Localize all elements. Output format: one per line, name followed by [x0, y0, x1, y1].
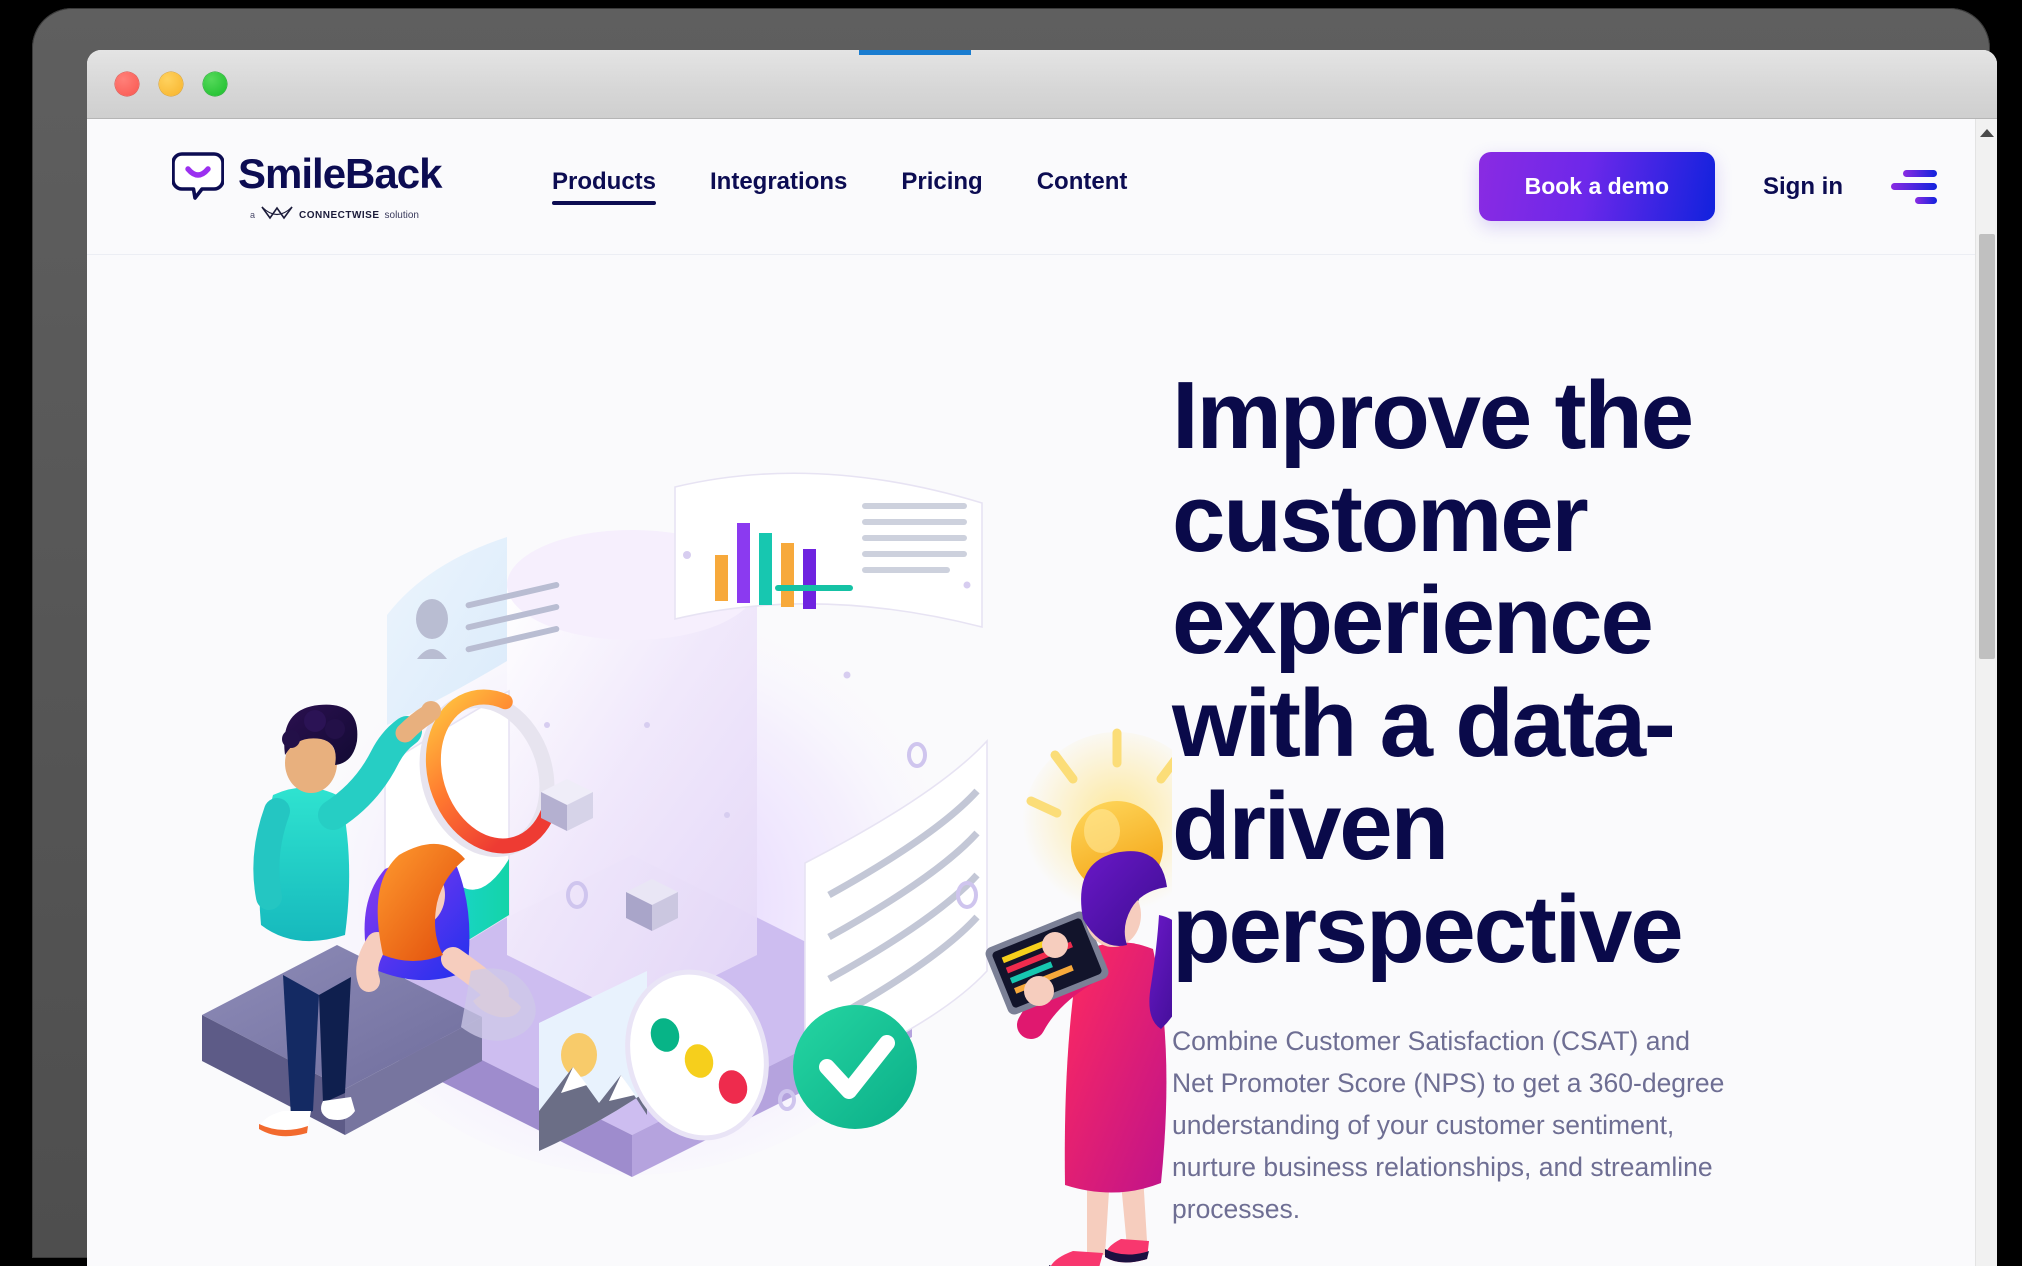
hero-section: Improve the customer experience with a d…: [87, 255, 1997, 1266]
book-a-demo-button[interactable]: Book a demo: [1478, 152, 1715, 221]
site-header: SmileBack a CONNECTWISE solution Product…: [87, 119, 1997, 255]
nav-item-content[interactable]: Content: [1037, 168, 1128, 205]
browser-titlebar: [87, 50, 1997, 119]
isometric-analytics-illustration: [87, 255, 1172, 1266]
nav-item-integrations[interactable]: Integrations: [710, 168, 847, 205]
logo-tagline-brand: CONNECTWISE: [299, 209, 380, 221]
zoom-button[interactable]: [203, 72, 227, 96]
minimize-button[interactable]: [159, 72, 183, 96]
hero-subtitle: Combine Customer Satisfaction (CSAT) and…: [1172, 1026, 1725, 1224]
active-tab-indicator: [859, 50, 971, 55]
hamburger-menu-icon[interactable]: [1891, 169, 1937, 204]
sign-in-link[interactable]: Sign in: [1763, 173, 1843, 201]
page-title: Improve the customer experience with a d…: [1172, 362, 1694, 983]
window-controls[interactable]: [115, 72, 227, 96]
logo-tagline-prefix: a: [250, 210, 256, 220]
hamburger-bar-top: [1903, 169, 1937, 177]
nav-item-pricing[interactable]: Pricing: [901, 168, 982, 205]
hamburger-bar-middle: [1891, 183, 1937, 190]
close-button[interactable]: [115, 72, 139, 96]
main-navigation: Products Integrations Pricing Content: [552, 168, 1127, 205]
bar-chart-panel: [674, 472, 983, 629]
scroll-up-arrow-icon[interactable]: [1979, 129, 1994, 137]
logo[interactable]: SmileBack a CONNECTWISE solution: [171, 148, 442, 225]
scrollbar-thumb[interactable]: [1979, 234, 1995, 659]
header-actions: Book a demo Sign in: [1478, 152, 1937, 221]
logo-tagline: a CONNECTWISE solution: [250, 205, 419, 225]
browser-window: SmileBack a CONNECTWISE solution Product…: [87, 50, 1997, 1266]
logo-tagline-suffix: solution: [384, 209, 419, 221]
green-check-badge: [793, 1005, 917, 1129]
hero-copy: Improve the customer experience with a d…: [1172, 255, 1812, 1266]
nav-item-products[interactable]: Products: [552, 168, 657, 205]
logo-wordmark: SmileBack: [238, 150, 442, 197]
vertical-scrollbar[interactable]: [1975, 119, 1997, 1266]
device-frame: SmileBack a CONNECTWISE solution Product…: [32, 8, 1997, 1266]
connectwise-icon: [260, 205, 294, 225]
hamburger-bar-bottom: [1915, 196, 1937, 204]
page-viewport: SmileBack a CONNECTWISE solution Product…: [87, 119, 1997, 1266]
smile-speech-bubble-icon: [171, 148, 225, 200]
